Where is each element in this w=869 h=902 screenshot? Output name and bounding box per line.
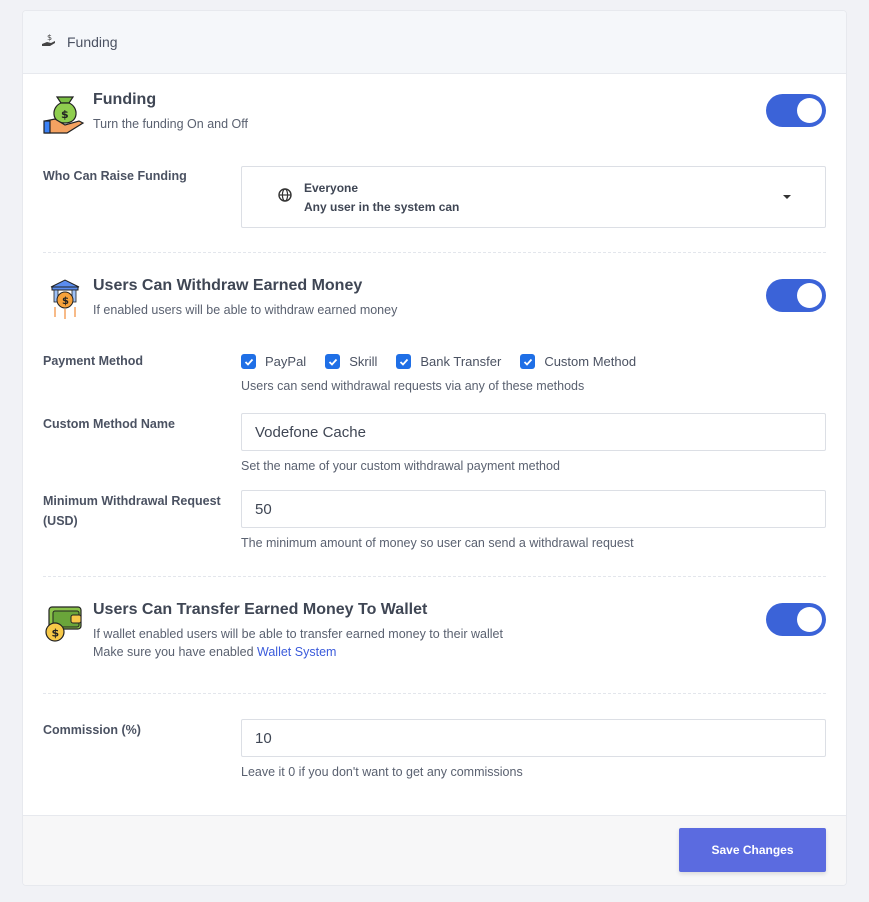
commission-help: Leave it 0 if you don't want to get any … xyxy=(241,765,523,779)
checkbox-label: Bank Transfer xyxy=(420,354,502,369)
custom-method-field: Vodefone Cache Set the name of your cust… xyxy=(241,413,826,473)
svg-text:$: $ xyxy=(52,627,60,640)
svg-text:$: $ xyxy=(62,296,69,307)
card-footer: Save Changes xyxy=(23,815,846,885)
transfer-feature: $ Users Can Transfer Earned Money To Wal… xyxy=(43,601,826,661)
checkbox-label: Custom Method xyxy=(544,354,637,369)
transfer-toggle[interactable] xyxy=(766,603,826,636)
checkmark-icon xyxy=(520,354,536,369)
transfer-note-prefix: Make sure you have enabled xyxy=(93,645,254,660)
payment-method-label: Payment Method xyxy=(43,354,144,368)
min-withdrawal-field: 50 The minimum amount of money so user c… xyxy=(241,490,826,550)
funding-feature: $ Funding Turn the funding On and Off xyxy=(43,91,826,135)
select-selected-title: Everyone xyxy=(304,180,359,195)
divider xyxy=(43,576,826,577)
commission-label: Commission (%) xyxy=(43,723,141,737)
transfer-title: Users Can Transfer Earned Money To Walle… xyxy=(93,601,428,618)
chevron-down-icon xyxy=(783,195,791,199)
money-bag-hand-icon: $ xyxy=(43,91,87,135)
payment-method-help: Users can send withdrawal requests via a… xyxy=(241,379,585,393)
svg-text:$: $ xyxy=(47,33,52,42)
toggle-knob xyxy=(797,98,822,123)
transfer-description-line: If wallet enabled users will be able to … xyxy=(93,627,503,641)
card-header: $ Funding xyxy=(23,11,846,74)
who-can-raise-select[interactable]: Everyone Any user in the system can xyxy=(241,166,826,228)
withdraw-toggle[interactable] xyxy=(766,279,826,312)
wallet-system-link[interactable]: Wallet System xyxy=(257,645,336,659)
withdraw-title: Users Can Withdraw Earned Money xyxy=(93,277,363,294)
who-can-raise-label: Who Can Raise Funding xyxy=(43,169,187,183)
save-changes-button[interactable]: Save Changes xyxy=(679,828,826,872)
funding-title: Funding xyxy=(93,91,157,108)
checkbox-bank-transfer[interactable]: Bank Transfer xyxy=(396,354,501,369)
svg-text:$: $ xyxy=(61,108,69,121)
checkbox-label: PayPal xyxy=(265,354,307,369)
divider xyxy=(43,693,826,694)
bank-coin-icon: $ xyxy=(43,277,87,321)
custom-method-help: Set the name of your custom withdrawal p… xyxy=(241,459,560,473)
commission-field: 10 Leave it 0 if you don't want to get a… xyxy=(241,719,826,779)
globe-icon xyxy=(278,187,292,207)
wallet-coin-icon: $ xyxy=(43,601,87,645)
checkmark-icon xyxy=(241,354,256,369)
card-header-title: Funding xyxy=(67,34,118,50)
commission-input[interactable]: 10 xyxy=(241,719,826,757)
min-withdrawal-help: The minimum amount of money so user can … xyxy=(241,536,634,550)
custom-method-input[interactable]: Vodefone Cache xyxy=(241,413,826,451)
min-withdrawal-input[interactable]: 50 xyxy=(241,490,826,528)
funding-toggle[interactable] xyxy=(766,94,826,127)
toggle-knob xyxy=(797,283,822,308)
transfer-note: Make sure you have enabled Wallet System xyxy=(93,643,503,661)
checkmark-icon xyxy=(325,354,341,369)
toggle-knob xyxy=(797,607,822,632)
funding-description: Turn the funding On and Off xyxy=(93,117,248,131)
checkbox-label: Skrill xyxy=(349,354,378,369)
withdraw-feature: $ Users Can Withdraw Earned Money If ena… xyxy=(43,277,826,321)
payment-method-checks: PayPal Skrill Bank Transfer Custom Metho… xyxy=(241,354,826,369)
divider xyxy=(43,252,826,253)
custom-method-label: Custom Method Name xyxy=(43,417,175,431)
payment-method-field: PayPal Skrill Bank Transfer Custom Metho… xyxy=(241,354,826,393)
checkbox-custom-method[interactable]: Custom Method xyxy=(520,354,636,369)
checkbox-paypal[interactable]: PayPal xyxy=(241,354,306,369)
select-selected-subtitle: Any user in the system can xyxy=(304,199,460,214)
checkmark-icon xyxy=(396,354,412,369)
funding-card: $ Funding $ Funding Turn the funding On … xyxy=(22,10,847,886)
who-can-raise-field: Everyone Any user in the system can xyxy=(241,166,826,228)
min-withdrawal-label: Minimum Withdrawal Request (USD) xyxy=(43,494,221,528)
checkbox-skrill[interactable]: Skrill xyxy=(325,354,377,369)
hand-dollar-icon: $ xyxy=(41,32,57,53)
withdraw-description: If enabled users will be able to withdra… xyxy=(93,303,398,317)
transfer-description: If wallet enabled users will be able to … xyxy=(93,625,503,661)
